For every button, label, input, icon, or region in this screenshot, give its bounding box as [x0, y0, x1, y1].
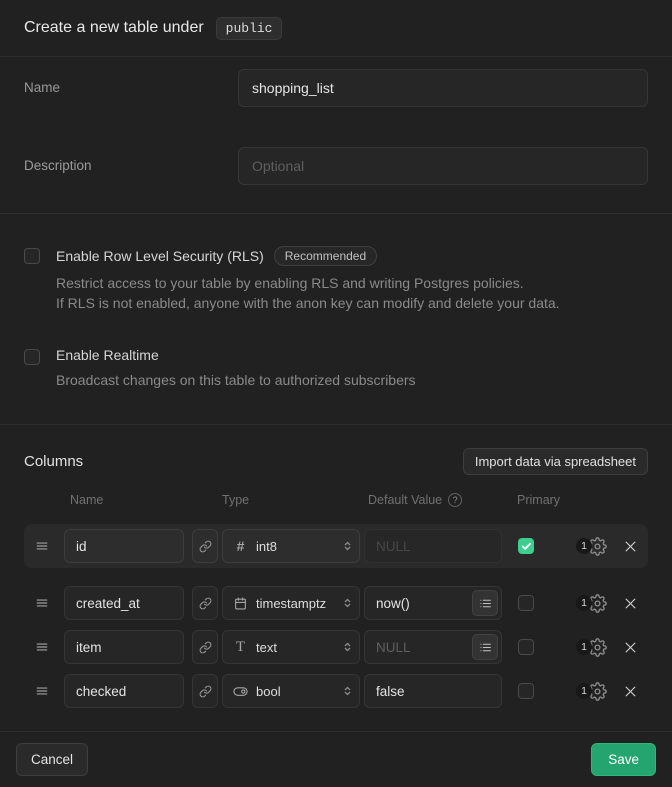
close-icon — [623, 684, 638, 699]
remove-column-button[interactable] — [620, 536, 640, 556]
column-type-select[interactable]: # int8 — [222, 529, 360, 563]
drag-handle-icon[interactable] — [35, 539, 49, 553]
table-description-input[interactable] — [238, 147, 648, 185]
column-settings-button[interactable]: 1 — [576, 535, 614, 557]
foreign-key-link-button[interactable] — [192, 529, 218, 563]
close-icon — [623, 596, 638, 611]
toggle-icon — [233, 684, 248, 699]
column-type-select[interactable]: timestamptz — [222, 586, 360, 620]
column-row-item: T text 1 — [24, 630, 648, 664]
close-icon — [623, 539, 638, 554]
table-name-input[interactable] — [238, 69, 648, 107]
link-icon — [199, 597, 212, 610]
table-details-section: Name Description — [0, 57, 672, 214]
panel-title: Create a new table under — [24, 19, 204, 37]
default-value-input[interactable] — [364, 529, 502, 563]
text-icon: T — [233, 639, 248, 656]
column-row-checked: bool 1 — [24, 674, 648, 708]
rls-toggle-row: Enable Row Level Security (RLS) Recommen… — [24, 246, 648, 313]
columns-title: Columns — [24, 453, 83, 470]
import-spreadsheet-button[interactable]: Import data via spreadsheet — [463, 448, 648, 475]
cancel-button[interactable]: Cancel — [16, 743, 88, 776]
hash-icon: # — [233, 538, 248, 554]
recommended-badge: Recommended — [274, 246, 377, 266]
save-button[interactable]: Save — [591, 743, 656, 776]
default-value-input[interactable] — [364, 674, 502, 708]
drag-handle-icon[interactable] — [35, 684, 49, 698]
remove-column-button[interactable] — [620, 681, 640, 701]
description-label: Description — [24, 147, 238, 185]
column-settings-button[interactable]: 1 — [576, 592, 614, 614]
foreign-key-link-button[interactable] — [192, 674, 218, 708]
header-name: Name — [70, 493, 103, 507]
panel-header: Create a new table under public — [0, 0, 672, 57]
link-icon — [199, 540, 212, 553]
remove-column-button[interactable] — [620, 593, 640, 613]
rls-description: Restrict access to your table by enablin… — [56, 273, 560, 313]
column-name-input[interactable] — [64, 586, 184, 620]
header-type: Type — [222, 493, 249, 507]
default-value-wrap — [364, 674, 502, 708]
realtime-checkbox[interactable] — [24, 349, 40, 365]
default-value-wrap — [364, 586, 502, 620]
settings-count-badge: 1 — [576, 595, 592, 611]
column-row-created-at: timestamptz 1 — [24, 586, 648, 620]
rls-checkbox[interactable] — [24, 248, 40, 264]
column-name-input[interactable] — [64, 630, 184, 664]
column-settings-button[interactable]: 1 — [576, 680, 614, 702]
column-type-select[interactable]: bool — [222, 674, 360, 708]
close-icon — [623, 640, 638, 655]
rls-label: Enable Row Level Security (RLS) — [56, 248, 264, 264]
header-primary: Primary — [517, 493, 560, 507]
help-icon[interactable]: ? — [448, 493, 462, 507]
link-icon — [199, 641, 212, 654]
column-type-select[interactable]: T text — [222, 630, 360, 664]
settings-count-badge: 1 — [576, 538, 592, 554]
column-name-input[interactable] — [64, 529, 184, 563]
create-table-panel: Create a new table under public Name Des… — [0, 0, 672, 787]
foreign-key-link-button[interactable] — [192, 630, 218, 664]
header-default-value: Default Value ? — [368, 493, 462, 507]
drag-handle-icon[interactable] — [35, 640, 49, 654]
panel-footer: Cancel Save — [0, 732, 672, 787]
settings-count-badge: 1 — [576, 683, 592, 699]
chevron-up-down-icon — [341, 641, 354, 654]
chevron-up-down-icon — [341, 540, 354, 553]
default-value-wrap — [364, 529, 502, 563]
suggestions-list-button[interactable] — [472, 590, 498, 616]
realtime-label: Enable Realtime — [56, 347, 159, 363]
primary-checkbox[interactable] — [518, 639, 534, 655]
chevron-up-down-icon — [341, 597, 354, 610]
remove-column-button[interactable] — [620, 637, 640, 657]
default-value-wrap — [364, 630, 502, 664]
realtime-toggle-row: Enable Realtime Broadcast changes on thi… — [24, 347, 648, 390]
schema-badge: public — [216, 17, 283, 40]
primary-checkbox[interactable] — [518, 683, 534, 699]
primary-checkbox[interactable] — [518, 595, 534, 611]
column-name-input[interactable] — [64, 674, 184, 708]
foreign-key-link-button[interactable] — [192, 586, 218, 620]
chevron-up-down-icon — [341, 685, 354, 698]
link-icon — [199, 685, 212, 698]
list-icon — [479, 641, 492, 654]
suggestions-list-button[interactable] — [472, 634, 498, 660]
realtime-description: Broadcast changes on this table to autho… — [56, 370, 416, 390]
column-row-id: # int8 1 — [24, 524, 648, 568]
primary-checkbox[interactable] — [518, 538, 534, 554]
calendar-icon — [233, 597, 248, 610]
columns-section: Columns Import data via spreadsheet Name… — [0, 425, 672, 732]
columns-header-row: Name Type Default Value ? Primary — [24, 493, 648, 509]
check-icon — [521, 541, 532, 552]
table-options-section: Enable Row Level Security (RLS) Recommen… — [0, 214, 672, 425]
name-label: Name — [24, 69, 238, 107]
list-icon — [479, 597, 492, 610]
drag-handle-icon[interactable] — [35, 596, 49, 610]
column-settings-button[interactable]: 1 — [576, 636, 614, 658]
settings-count-badge: 1 — [576, 639, 592, 655]
